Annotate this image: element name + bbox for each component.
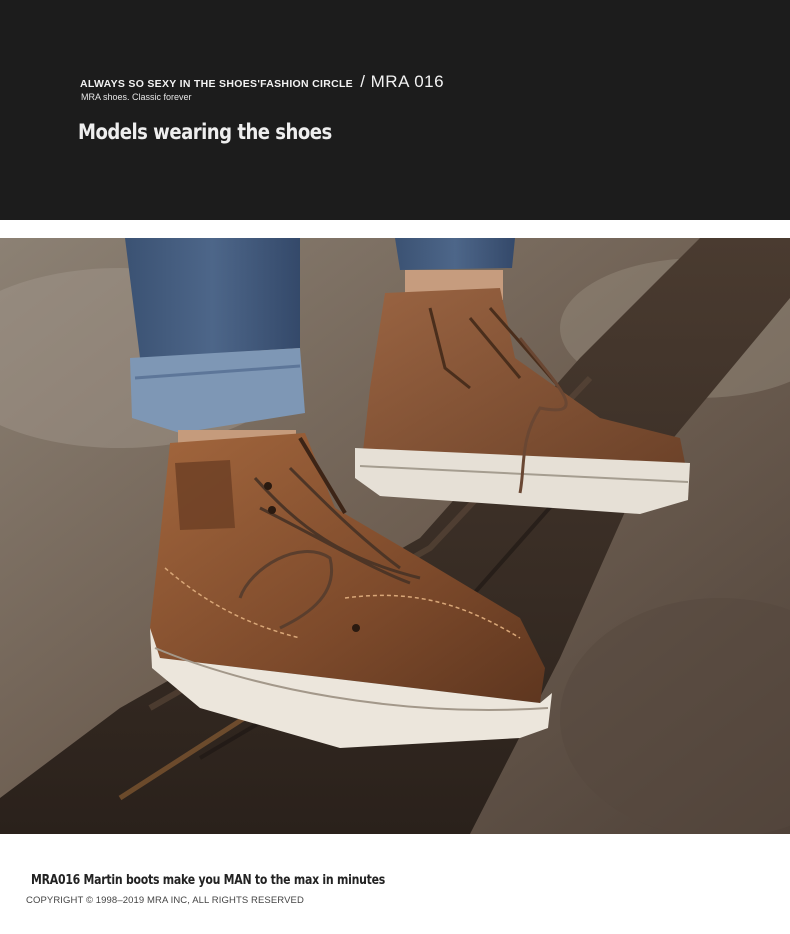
tagline-text: ALWAYS SO SEXY IN THE SHOES'FASHION CIRC… <box>80 78 353 90</box>
front-jeans <box>125 238 300 358</box>
header-banner: ALWAYS SO SEXY IN THE SHOES'FASHION CIRC… <box>0 0 790 220</box>
product-photo <box>0 238 790 834</box>
copyright-notice: COPYRIGHT © 1998–2019 MRA INC, ALL RIGHT… <box>26 895 304 906</box>
back-jeans <box>395 238 515 270</box>
model-code: / MRA 016 <box>360 72 445 91</box>
section-title: Models wearing the shoes <box>78 120 332 144</box>
product-caption: MRA016 Martin boots make you MAN to the … <box>31 873 386 888</box>
tagline: ALWAYS SO SEXY IN THE SHOES'FASHION CIRC… <box>80 72 444 92</box>
boots-photo-illustration <box>0 238 790 834</box>
subline: MRA shoes. Classic forever <box>81 92 192 102</box>
